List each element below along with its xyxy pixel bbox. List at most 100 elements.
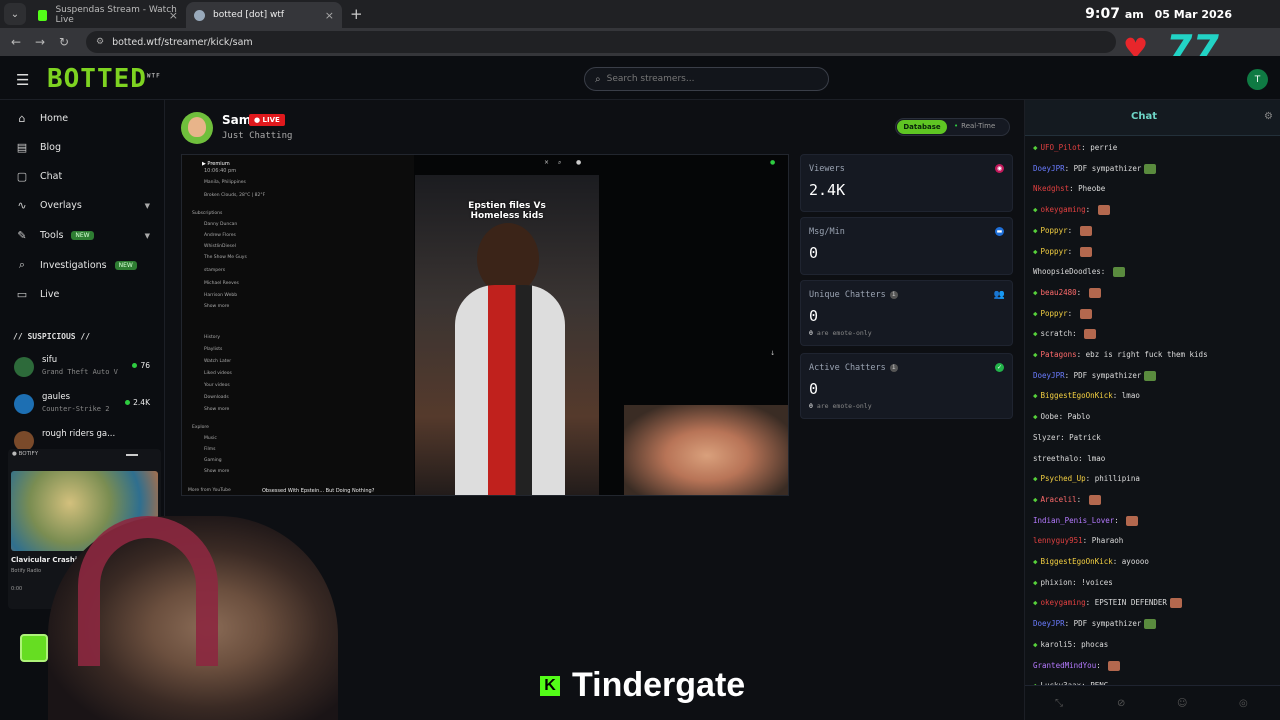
- menu-icon[interactable]: ☰: [16, 71, 29, 89]
- sidebar-item-tools[interactable]: ✎ Tools NEW ▼: [14, 229, 154, 242]
- chat-title: Chat: [1131, 111, 1157, 122]
- chat-username[interactable]: Slyzer: [1033, 433, 1060, 442]
- active-chatters-card: Active Chatters i ✓ 0 0 are emote-only: [800, 353, 1013, 419]
- chat-username[interactable]: lennyguy951: [1033, 536, 1083, 545]
- chat-separator: :: [1096, 660, 1106, 670]
- chat-message: ◆ BiggestEgoOnKick: ayoooo: [1033, 556, 1273, 568]
- search-input[interactable]: ⌕ Search streamers...: [584, 67, 829, 91]
- info-icon[interactable]: i: [889, 363, 898, 372]
- kick-favicon-icon: [38, 9, 48, 21]
- chat-username[interactable]: Indian_Penis_Lover: [1033, 516, 1114, 525]
- sidebar-item-label: Overlays: [40, 200, 82, 211]
- yt-weather: Broken Clouds, 28°C | 82°F: [204, 193, 266, 198]
- chat-username[interactable]: DoeyJPR: [1033, 619, 1065, 628]
- botify-title: ● BOTIFY: [12, 451, 39, 457]
- chat-username[interactable]: BiggestEgoOnKick: [1041, 391, 1113, 400]
- chat-username[interactable]: scratch: [1041, 329, 1073, 338]
- chat-username[interactable]: okeygaming: [1041, 598, 1086, 607]
- chat-username[interactable]: Patagons: [1041, 350, 1077, 359]
- user-avatar[interactable]: T: [1247, 69, 1268, 90]
- emote-icon[interactable]: ☺: [1177, 698, 1187, 709]
- close-tab-icon[interactable]: ×: [169, 9, 178, 22]
- chat-username[interactable]: beau2480: [1041, 288, 1077, 297]
- chat-username[interactable]: DoeyJPR: [1033, 371, 1065, 380]
- chat-username[interactable]: phixion: [1041, 578, 1073, 587]
- suspicious-game: Grand Theft Auto V: [42, 368, 118, 376]
- tab-search-icon[interactable]: ⌄: [4, 3, 26, 25]
- chat-settings-icon[interactable]: ⚙: [1264, 111, 1273, 122]
- emote-icon: [1144, 619, 1157, 630]
- info-icon[interactable]: i: [889, 290, 898, 299]
- chat-text: ayoooo: [1121, 557, 1149, 566]
- sidebar-item-chat[interactable]: ▢ Chat: [14, 170, 154, 183]
- badge-icon: ◆: [1033, 474, 1038, 484]
- yt-sidebar-item: Films: [204, 447, 216, 452]
- chat-message: ◆ phixion: !voices: [1033, 577, 1273, 589]
- yt-sidebar-item: Watch Later: [204, 359, 232, 364]
- chat-text: lmao: [1121, 391, 1140, 401]
- chat-message: streethalo: lmao: [1033, 453, 1273, 465]
- chat-username[interactable]: Poppyr: [1041, 226, 1068, 235]
- chat-username[interactable]: Poppyr: [1041, 247, 1068, 256]
- chat-separator: :: [1078, 453, 1088, 463]
- chat-username[interactable]: GrantedMindYou: [1033, 661, 1096, 670]
- chat-text: EPSTEIN DEFENDER: [1094, 598, 1167, 608]
- streamer-avatar[interactable]: [181, 112, 213, 144]
- close-tab-icon[interactable]: ×: [325, 9, 334, 22]
- chat-username[interactable]: DoeyJPR: [1033, 164, 1065, 173]
- sidebar-item-home[interactable]: ⌂ Home: [14, 112, 154, 125]
- site-info-icon[interactable]: ⚙: [96, 37, 104, 47]
- reload-icon[interactable]: ↻: [52, 35, 76, 49]
- emote-icon: [1126, 515, 1139, 526]
- hide-icon[interactable]: ⊘: [1117, 698, 1125, 709]
- data-source-toggle[interactable]: Database Real-Time: [895, 118, 1010, 136]
- toggle-realtime[interactable]: Real-Time: [954, 122, 995, 130]
- yt-sidebar-item: Danny Duncan: [204, 222, 238, 227]
- chat-message: ◆ UFO_Pilot: perrie: [1033, 142, 1273, 154]
- avatar: [14, 431, 34, 451]
- suspicious-item-gaules[interactable]: gaules Counter-Strike 2 2.4K: [12, 392, 152, 418]
- collapse-icon[interactable]: ⤡: [1055, 698, 1063, 709]
- chat-username[interactable]: karoli5: [1041, 640, 1073, 649]
- chat-username[interactable]: Psyched_Up: [1041, 474, 1086, 483]
- sidebar-item-investigations[interactable]: ⌕ Investigations NEW: [14, 258, 154, 272]
- suspicious-item-sifu[interactable]: sifu Grand Theft Auto V 76: [12, 355, 152, 381]
- chat-username[interactable]: streethalo: [1033, 454, 1078, 463]
- chat-username[interactable]: UFO_Pilot: [1041, 143, 1082, 152]
- yt-sidebar-item: Show more: [204, 304, 230, 309]
- emote-icon: [1108, 660, 1121, 671]
- yt-time: 10:06:40 pm: [204, 168, 237, 174]
- chat-username[interactable]: okeygaming: [1041, 205, 1086, 214]
- browser-tab-1[interactable]: Suspendas Stream - Watch Live ×: [30, 2, 186, 28]
- info-icon[interactable]: ◎: [1239, 698, 1248, 709]
- new-tab-icon[interactable]: +: [350, 5, 363, 23]
- forward-icon[interactable]: →: [28, 35, 52, 49]
- chat-username[interactable]: Oobe: [1041, 412, 1059, 421]
- emote-icon: [1079, 246, 1092, 257]
- chat-message: ◆ Poppyr:: [1033, 246, 1273, 258]
- viewer-count: 76: [140, 361, 150, 370]
- browser-tab-2[interactable]: botted [dot] wtf ×: [186, 2, 342, 28]
- chat-username[interactable]: BiggestEgoOnKick: [1041, 557, 1113, 566]
- yt-short-video: Epstien files Vs Homeless kids: [415, 175, 599, 495]
- chat-username[interactable]: Aracelil: [1041, 495, 1077, 504]
- back-icon[interactable]: ←: [4, 35, 28, 49]
- yt-sidebar-item: Music: [204, 436, 217, 441]
- botted-logo[interactable]: BOTTEDWTF: [47, 64, 161, 94]
- stream-video[interactable]: ▶ Premium 10:06:40 pm Manila, Philippine…: [181, 154, 789, 496]
- chat-username[interactable]: Nkedghst: [1033, 184, 1069, 193]
- chat-username[interactable]: Poppyr: [1041, 309, 1068, 318]
- sidebar-item-live[interactable]: ▭ Live: [14, 288, 154, 301]
- sidebar-item-overlays[interactable]: ∿ Overlays ▼: [14, 199, 154, 212]
- sidebar-item-blog[interactable]: ▤ Blog: [14, 141, 154, 154]
- yt-sidebar-item: Show more: [204, 407, 230, 412]
- live-dot-icon: [125, 400, 131, 405]
- toggle-database[interactable]: Database: [897, 120, 947, 134]
- app-header: ☰ BOTTEDWTF ⌕ Search streamers...: [0, 56, 1280, 100]
- address-bar[interactable]: ⚙ botted.wtf/streamer/kick/sam: [86, 31, 1116, 53]
- chat-username[interactable]: WhoopsieDoodles: [1033, 267, 1101, 276]
- chat-message: ◆ beau2480:: [1033, 287, 1273, 299]
- avatar: [14, 394, 34, 414]
- logo-sup: WTF: [146, 72, 161, 80]
- volume-slider[interactable]: [126, 454, 138, 456]
